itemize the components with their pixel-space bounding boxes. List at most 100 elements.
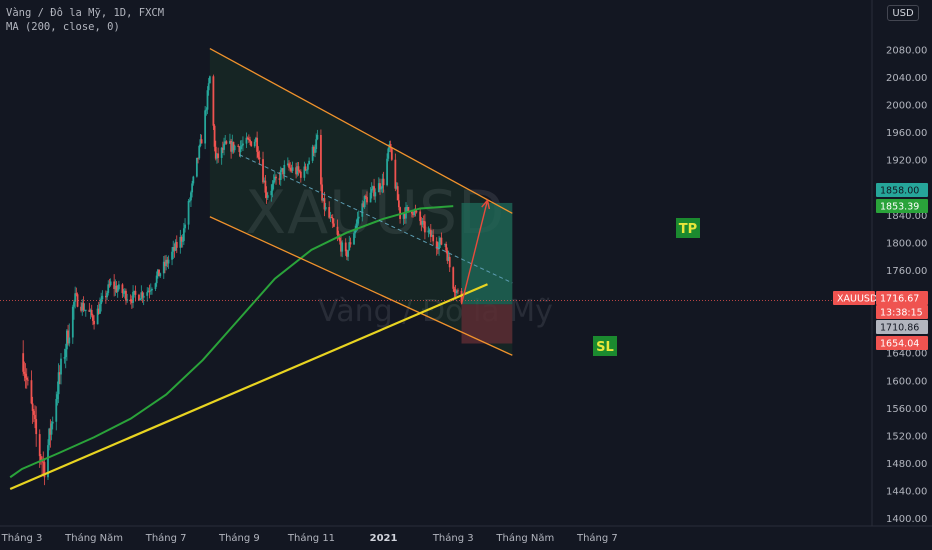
candle-body (275, 176, 277, 179)
candle-body (117, 284, 120, 290)
price-tick-label: 1760.00 (886, 266, 927, 277)
candle-body (38, 434, 41, 457)
stop-zone (461, 304, 513, 344)
candle-body (212, 76, 215, 126)
candle-body (257, 151, 260, 158)
candle-body (370, 189, 373, 193)
candle-body (204, 110, 207, 144)
candle-body (149, 290, 152, 292)
candle-body (51, 421, 54, 424)
candle-body (307, 164, 309, 170)
time-tick-label: Tháng 7 (145, 532, 187, 544)
candle-body (50, 423, 53, 435)
candle-body (242, 143, 244, 146)
price-tick-label: 1520.00 (886, 431, 927, 442)
candle-body (93, 320, 95, 325)
candle-body (182, 228, 185, 241)
candle-body (181, 240, 184, 242)
candle-body (386, 158, 388, 186)
candle-body (22, 353, 25, 372)
candle-body (122, 292, 125, 294)
candle-body (91, 315, 94, 321)
candle-body (129, 299, 132, 302)
last-price-tag: 1716.67 (880, 294, 919, 305)
candle-body (407, 206, 410, 211)
price-tick-label: 1600.00 (886, 376, 927, 387)
price-tick-label: 2080.00 (886, 45, 927, 56)
candle-body (320, 134, 322, 185)
candle-body (415, 211, 418, 213)
candle-body (423, 221, 426, 233)
candle-body (191, 183, 194, 193)
candle-body (225, 141, 228, 144)
candle-body (330, 216, 333, 219)
candle-body (24, 373, 27, 378)
candle-body (289, 167, 292, 169)
candle-body (90, 309, 93, 316)
symbol-title[interactable]: Vàng / Đô la Mỹ, 1D, FXCM (6, 6, 164, 20)
candle-body (34, 414, 36, 420)
candle-body (237, 145, 240, 147)
candle-body (305, 169, 308, 171)
candle-body (253, 141, 256, 147)
candle-body (270, 190, 273, 196)
candle-body (184, 224, 186, 229)
candle-body (68, 337, 71, 344)
candle-body (324, 207, 327, 210)
candle-body (213, 125, 216, 147)
candle-body (304, 166, 307, 171)
candle-body (397, 200, 400, 208)
candle-body (288, 163, 290, 168)
candle-body (297, 166, 300, 171)
candle-body (457, 290, 459, 292)
chart-legend[interactable]: Vàng / Đô la Mỹ, 1D, FXCM MA (200, close… (6, 6, 164, 34)
candle-body (249, 139, 251, 142)
candle-body (155, 275, 158, 284)
candle-body (448, 256, 451, 268)
chart-stage[interactable]: XAUUSD Vàng / Đô la Mỹ TPSL 1400.001440.… (0, 0, 932, 550)
candle-body (364, 196, 367, 198)
price-tick-label: 1920.00 (886, 156, 927, 167)
candle-body (308, 160, 311, 165)
indicator-title[interactable]: MA (200, close, 0) (6, 20, 164, 34)
candle-body (35, 419, 38, 435)
candle-body (180, 237, 183, 242)
price-chart[interactable]: TP SL 1400.00 1440.00 1480.00 1520.00 1560.00… (0, 0, 932, 550)
price-tick-label: 1960.00 (886, 128, 927, 139)
candle-body (223, 143, 225, 150)
price-tick-label: 1400.00 (886, 514, 927, 525)
candle-body (154, 283, 157, 289)
time-tick-label: 2021 (370, 533, 398, 544)
candle-body (432, 235, 435, 242)
countdown-tag: 13:38:15 (880, 308, 923, 319)
price-tick-label: 1440.00 (886, 487, 927, 498)
time-tick-label: Tháng Năm (495, 532, 554, 544)
currency-button[interactable]: USD (887, 5, 919, 21)
candle-body (328, 207, 331, 218)
time-tick-label: Tháng Năm (64, 532, 123, 544)
candle-body (151, 288, 153, 291)
candle-body (101, 295, 104, 300)
time-axis[interactable]: Tháng 3 Tháng Năm Tháng 7 Tháng 9 Tháng 11 20… (0, 525, 932, 544)
candle-body (314, 149, 316, 153)
candle-body (369, 192, 372, 203)
candle-body (217, 153, 220, 158)
candle-body (291, 167, 294, 171)
candle-body (139, 298, 142, 301)
candle-body (23, 371, 26, 374)
candle-body (187, 200, 190, 225)
candle-body (121, 284, 124, 294)
price-axis[interactable]: 1400.00 1440.00 1480.00 1520.00 1560.00 1600.… (871, 0, 927, 526)
candle-body (239, 146, 242, 153)
candle-body (396, 186, 399, 201)
candle-body (394, 159, 397, 189)
candle-body (387, 148, 390, 159)
candle-body (60, 358, 62, 375)
candle-body (374, 192, 377, 197)
sl-label: SL (596, 340, 614, 355)
candle-body (440, 237, 443, 245)
candle-body (25, 377, 28, 380)
target-price-tag: 1858.00 (880, 186, 919, 197)
candle-body (331, 218, 334, 224)
support-trendline (9, 283, 488, 490)
